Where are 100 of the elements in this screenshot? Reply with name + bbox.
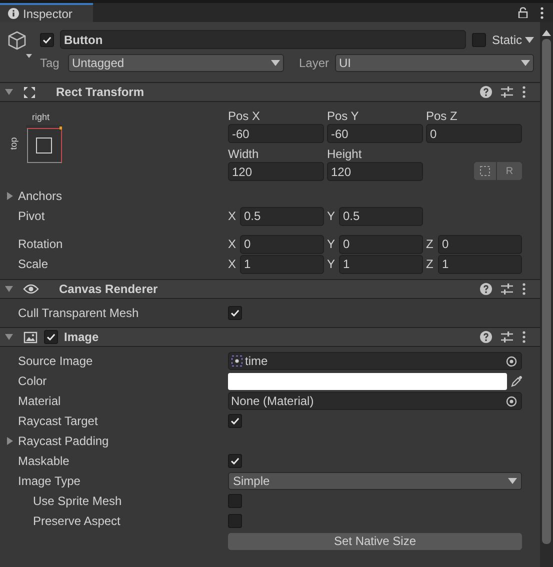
eyedropper-icon[interactable]: [511, 376, 522, 386]
foldout-label[interactable]: Anchors: [18, 187, 62, 205]
object-value: None (Material): [231, 393, 315, 410]
component-title: Canvas Renderer: [59, 281, 158, 298]
help-icon[interactable]: [480, 86, 492, 98]
collapse-arrow-icon[interactable]: [5, 88, 13, 96]
set-native-size-button[interactable]: Set Native Size: [228, 532, 522, 550]
number-field[interactable]: -60: [228, 124, 324, 143]
scrollbar[interactable]: [540, 22, 553, 567]
property-label: Color: [17, 373, 47, 390]
caret-icon: [508, 478, 517, 484]
axis-label: Y: [327, 236, 336, 253]
field-label: Pos X: [228, 108, 262, 124]
object-field[interactable]: time: [228, 352, 522, 370]
scrollbar-thumb[interactable]: [542, 39, 551, 544]
object-value: time: [245, 353, 269, 370]
more-icon[interactable]: [540, 6, 544, 18]
tag-label: Tag: [40, 55, 60, 72]
field-label: Width: [228, 146, 260, 162]
number-field[interactable]: 0: [438, 234, 522, 254]
property-label: Rotation: [17, 236, 63, 253]
more-icon[interactable]: [522, 331, 526, 343]
axis-label: Y: [327, 208, 336, 225]
axis-label: X: [228, 208, 238, 225]
checkbox[interactable]: [40, 32, 54, 46]
settings-sliders-icon[interactable]: [501, 331, 513, 343]
anchor-vertical-label: top: [7, 138, 20, 150]
settings-sliders-icon[interactable]: [501, 86, 513, 98]
field-label: Pos Z: [426, 108, 458, 124]
number-field[interactable]: 0.5: [339, 206, 423, 226]
component-header[interactable]: Canvas Renderer: [0, 279, 540, 299]
dropdown[interactable]: Simple: [228, 472, 522, 490]
axis-label: X: [228, 236, 238, 253]
dropdown-value: UI: [339, 55, 352, 72]
sprite-icon: [231, 355, 243, 367]
number-field[interactable]: 0.5: [240, 206, 324, 226]
component-title: Rect Transform: [56, 84, 144, 101]
image-icon: [23, 330, 38, 344]
more-icon[interactable]: [522, 86, 526, 98]
more-icon[interactable]: [522, 283, 526, 295]
property-label: Raycast Target: [17, 413, 98, 430]
object-picker-icon[interactable]: [506, 356, 517, 366]
name-field[interactable]: Button: [60, 30, 466, 49]
checkbox[interactable]: [228, 306, 242, 320]
scroll-up-icon[interactable]: [542, 30, 551, 36]
number-field[interactable]: 1: [339, 254, 423, 274]
axis-label: Z: [426, 236, 434, 253]
property-label: Maskable: [17, 453, 70, 470]
anchor-preset-button[interactable]: [26, 124, 62, 162]
checkbox[interactable]: [228, 454, 242, 468]
expand-arrow-icon[interactable]: [6, 437, 14, 445]
number-field[interactable]: -60: [327, 124, 423, 143]
static-dropdown[interactable]: Static: [492, 30, 534, 48]
inspector-tab[interactable]: Inspector: [0, 3, 93, 22]
layer-dropdown[interactable]: UI: [335, 54, 534, 72]
dashed-square-icon: [480, 166, 490, 176]
foldout-label[interactable]: Raycast Padding: [18, 432, 109, 450]
number-field[interactable]: 1: [240, 254, 324, 274]
component-header[interactable]: Rect Transform: [0, 82, 540, 102]
field-label: Height: [327, 146, 363, 162]
dropdown-value: Simple: [233, 473, 271, 490]
caret-icon: [521, 60, 530, 66]
collapse-arrow-icon[interactable]: [5, 285, 13, 293]
property-label: Pivot: [17, 208, 45, 225]
component-title: Image: [64, 329, 99, 346]
checkbox[interactable]: [472, 32, 486, 46]
settings-sliders-icon[interactable]: [501, 283, 513, 295]
object-picker-icon[interactable]: [506, 396, 517, 406]
color-swatch[interactable]: [228, 372, 507, 390]
property-label: Preserve Aspect: [32, 513, 120, 530]
checkbox[interactable]: [228, 494, 242, 508]
property-label: Cull Transparent Mesh: [17, 305, 139, 322]
eye-icon: [23, 283, 39, 295]
number-field[interactable]: 0: [426, 124, 522, 143]
tab-title: Inspector: [23, 6, 72, 22]
number-field[interactable]: 120: [327, 162, 423, 181]
help-icon[interactable]: [480, 331, 492, 343]
tag-dropdown[interactable]: Untagged: [68, 54, 284, 72]
caret-icon: [525, 36, 534, 42]
blueprint-mode-button[interactable]: [474, 162, 496, 180]
object-field[interactable]: None (Material): [228, 392, 522, 410]
checkbox[interactable]: [44, 330, 58, 344]
number-field[interactable]: 120: [228, 162, 324, 181]
expand-arrow-icon[interactable]: [6, 192, 14, 200]
cube-icon[interactable]: [6, 30, 34, 60]
number-field[interactable]: 1: [438, 254, 522, 274]
checkbox[interactable]: [228, 414, 242, 428]
lock-icon[interactable]: [518, 7, 528, 18]
dropdown-value: Untagged: [72, 55, 126, 72]
caret-icon: [271, 60, 280, 66]
number-field[interactable]: 0: [240, 234, 324, 254]
checkbox[interactable]: [228, 514, 242, 528]
collapse-arrow-icon[interactable]: [5, 333, 13, 341]
property-label: Source Image: [17, 353, 93, 370]
axis-label: Y: [327, 256, 336, 273]
help-icon[interactable]: [480, 283, 492, 295]
axis-label: X: [228, 256, 238, 273]
component-header[interactable]: Image: [0, 327, 540, 347]
number-field[interactable]: 0: [339, 234, 423, 254]
property-label: Image Type: [17, 473, 80, 490]
